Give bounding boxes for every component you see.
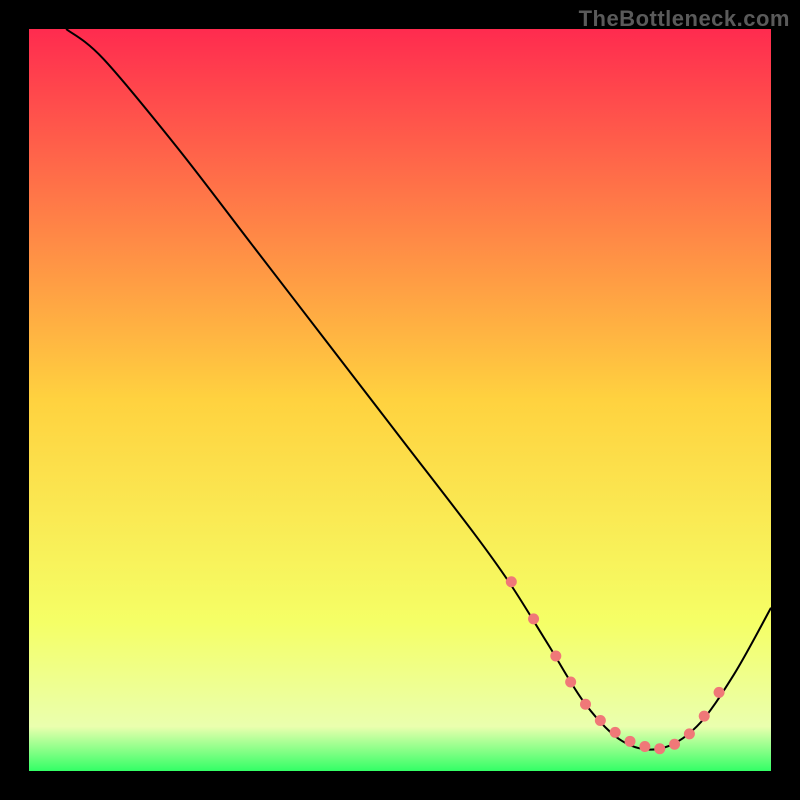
marker-dot [714,687,725,698]
marker-dot [684,728,695,739]
chart-svg [29,29,771,771]
marker-dot [625,736,636,747]
marker-dot [580,699,591,710]
chart-plot-area [29,29,771,771]
marker-dot [528,613,539,624]
marker-dot [550,650,561,661]
gradient-background [29,29,771,771]
marker-dot [699,711,710,722]
marker-dot [506,576,517,587]
chart-frame: TheBottleneck.com [0,0,800,800]
marker-dot [565,676,576,687]
marker-dot [639,741,650,752]
marker-dot [595,715,606,726]
marker-dot [669,739,680,750]
marker-dot [610,727,621,738]
marker-dot [654,743,665,754]
